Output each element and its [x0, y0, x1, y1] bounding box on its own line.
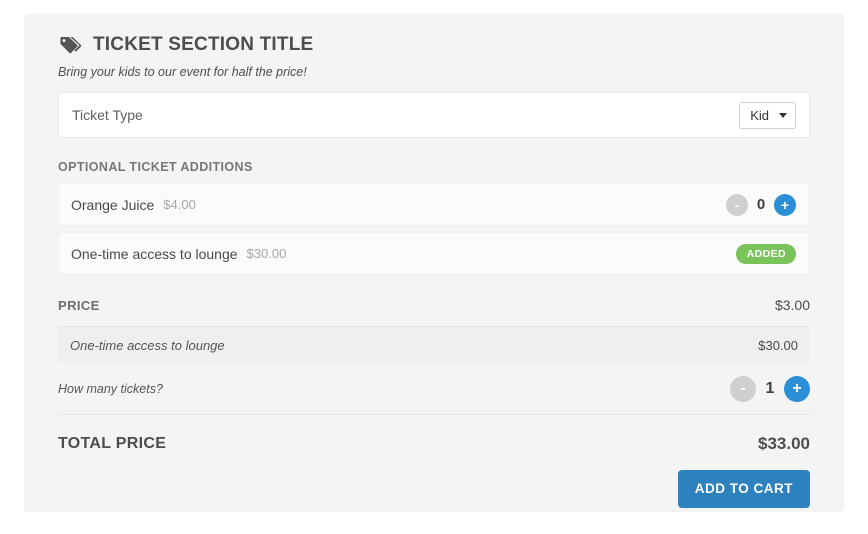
ticket-quantity-stepper: - 1 + [730, 375, 810, 402]
ticket-type-label: Ticket Type [72, 107, 143, 123]
section-header: TICKET SECTION TITLE [58, 14, 810, 56]
total-price-label: TOTAL PRICE [58, 435, 167, 452]
status-badge[interactable]: ADDED [735, 243, 796, 264]
increment-button[interactable]: + [774, 193, 796, 216]
page-title: TICKET SECTION TITLE [93, 34, 314, 55]
ticket-quantity-row: How many tickets? - 1 + [58, 363, 810, 415]
addition-price: $4.00 [163, 197, 196, 212]
section-subtitle: Bring your kids to our event for half th… [58, 65, 307, 79]
addition-row-orange-juice: Orange Juice $4.00 - 0 + [58, 183, 810, 226]
ticket-type-selected-value: Kid [750, 107, 769, 123]
price-line-item: One-time access to lounge $30.00 [58, 327, 810, 363]
add-to-cart-button[interactable]: ADD TO CART [677, 470, 810, 508]
ticket-type-select[interactable]: Kid [739, 101, 796, 129]
addition-name: One-time access to lounge [71, 245, 238, 262]
total-price-value: $33.00 [758, 434, 810, 453]
ticket-quantity-label: How many tickets? [58, 381, 163, 396]
addition-row-lounge: One-time access to lounge $30.00 ADDED [58, 232, 810, 275]
price-row: PRICE $3.00 [58, 297, 810, 327]
decrement-button[interactable]: - [726, 193, 748, 216]
addition-price: $30.00 [246, 246, 287, 261]
price-value: $3.00 [774, 297, 810, 313]
tags-icon [60, 37, 82, 54]
optional-additions-heading: OPTIONAL TICKET ADDITIONS [58, 160, 253, 174]
line-item-name: One-time access to lounge [70, 337, 225, 353]
increment-button[interactable]: + [784, 375, 810, 402]
total-price-row: TOTAL PRICE $33.00 [58, 434, 810, 454]
line-item-value: $30.00 [758, 337, 798, 353]
price-label: PRICE [58, 297, 100, 313]
ticket-quantity-value: 1 [765, 379, 775, 397]
addition-quantity-stepper: - 0 + [726, 193, 796, 216]
addition-quantity-value: 0 [756, 196, 766, 213]
ticket-section-panel: TICKET SECTION TITLE Bring your kids to … [24, 14, 844, 512]
ticket-type-row: Ticket Type Kid [58, 92, 810, 138]
decrement-button[interactable]: - [730, 375, 756, 402]
action-bar: ADD TO CART [58, 470, 810, 508]
chevron-down-icon [779, 112, 787, 118]
addition-name: Orange Juice [71, 196, 155, 213]
